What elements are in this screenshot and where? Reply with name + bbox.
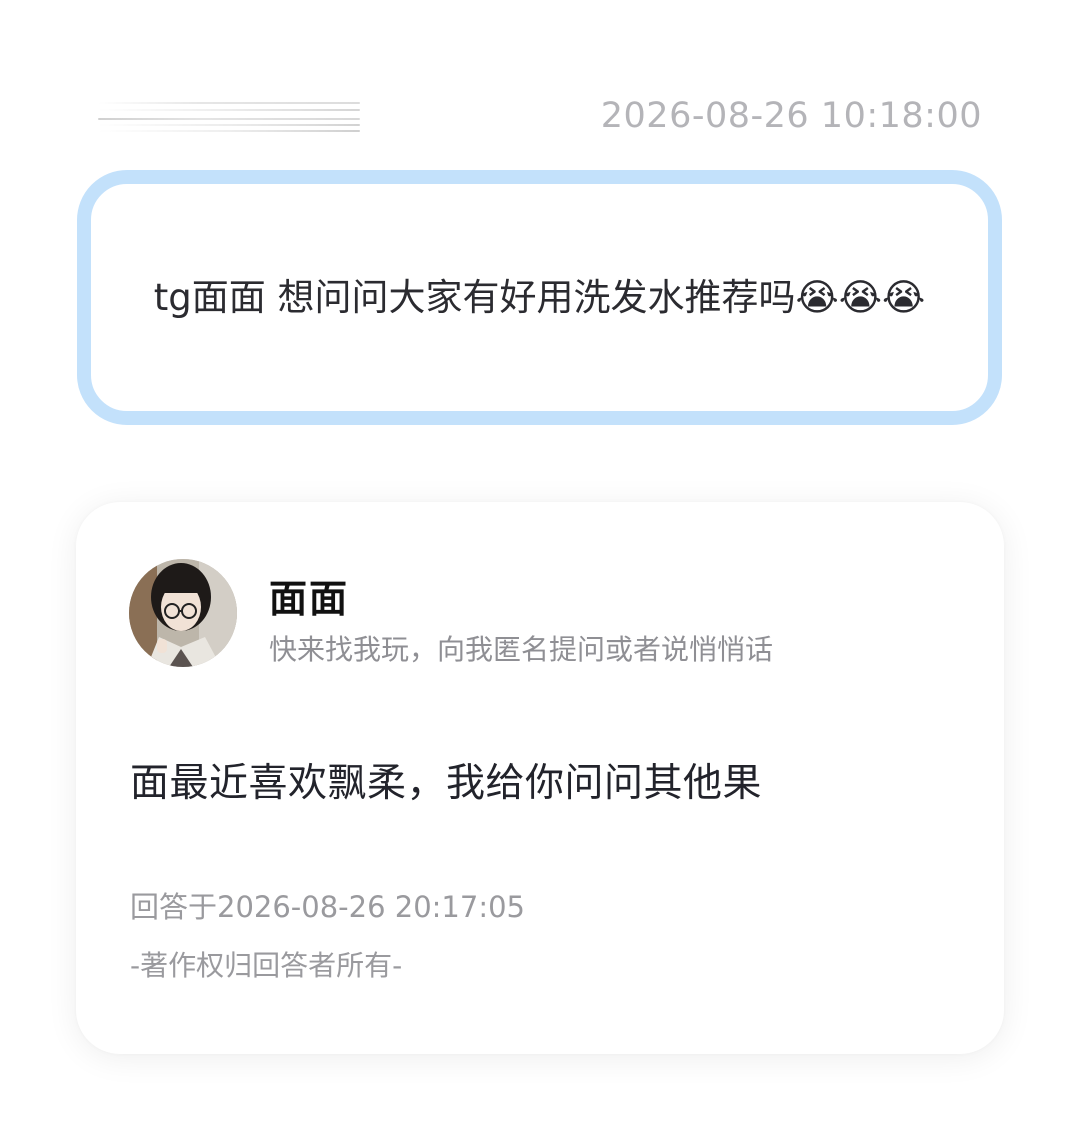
blurred-asker-name <box>98 100 360 134</box>
question-timestamp: 2026-08-26 10:18:00 <box>600 96 982 136</box>
qa-share-page: 2026-08-26 10:18:00 tg面面 想问问大家有好用洗发水推荐吗😭… <box>0 0 1080 1145</box>
answer-text: 面最近喜欢飘柔，我给你问问其他果 <box>130 761 763 806</box>
user-name[interactable]: 面面 <box>269 568 349 623</box>
question-text: tg面面 想问问大家有好用洗发水推荐吗😭😭😭 <box>153 275 926 319</box>
user-bio: 快来找我玩，向我匿名提问或者说悄悄话 <box>269 633 774 666</box>
avatar[interactable] <box>129 559 237 667</box>
answer-card: 面面 快来找我玩，向我匿名提问或者说悄悄话 面最近喜欢飘柔，我给你问问其他果 回… <box>76 502 1004 1054</box>
copyright-notice: -著作权归回答者所有- <box>130 949 403 982</box>
question-card: tg面面 想问问大家有好用洗发水推荐吗😭😭😭 <box>77 170 1002 425</box>
answered-at-timestamp: 回答于2026-08-26 20:17:05 <box>130 890 525 924</box>
